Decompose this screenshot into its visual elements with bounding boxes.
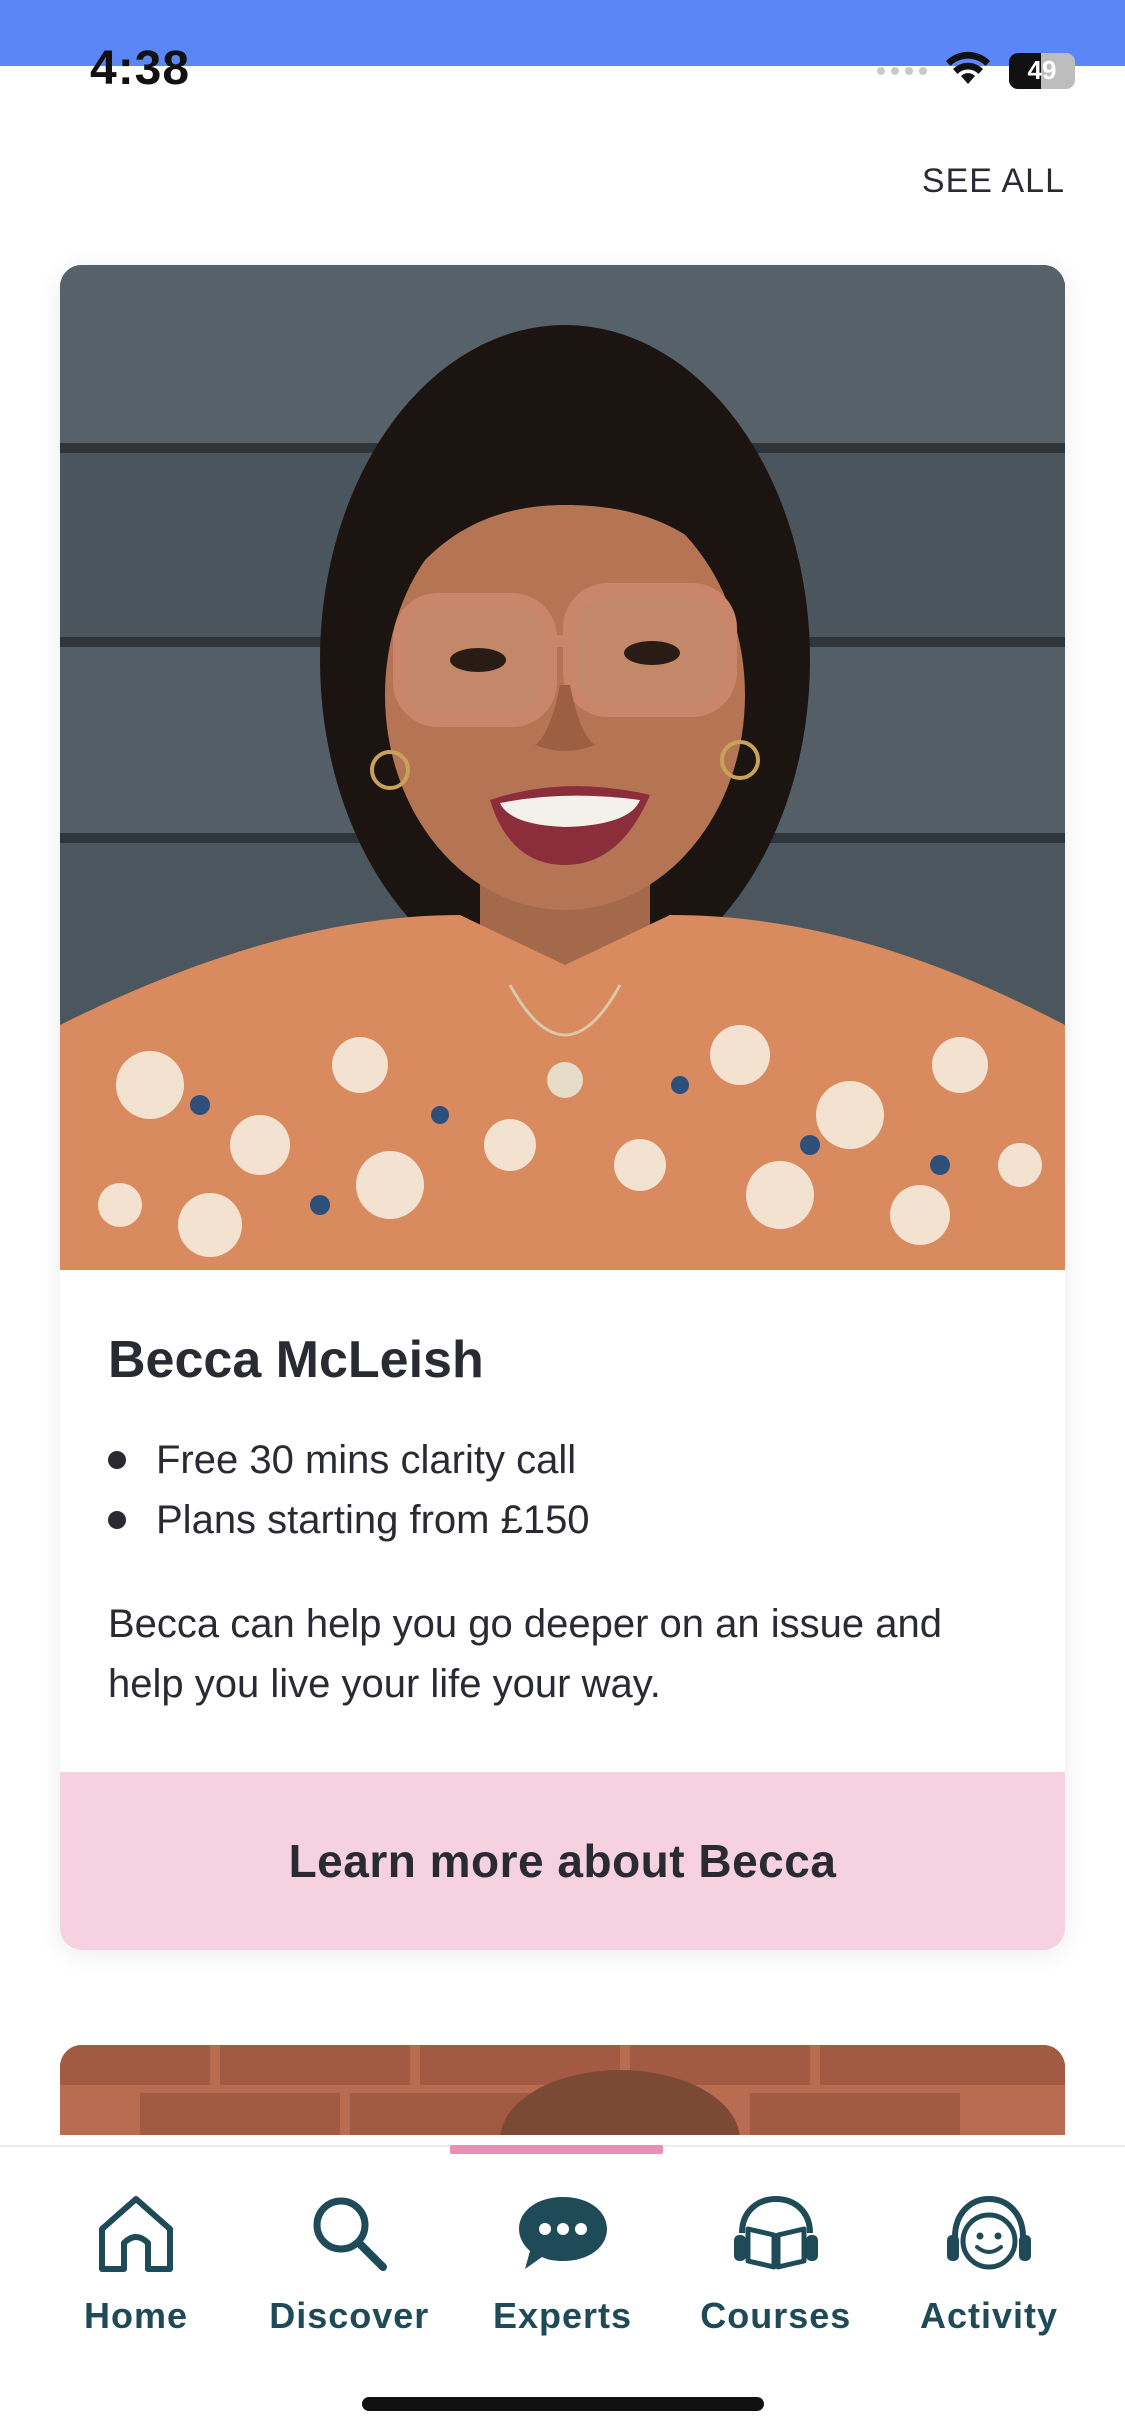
chat-bubble-icon — [515, 2185, 611, 2281]
highlight-item: Plans starting from £150 — [108, 1490, 1017, 1550]
cellular-signal-icon — [877, 66, 927, 75]
expert-name: Becca McLeish — [108, 1331, 484, 1389]
highlight-text: Free 30 mins clarity call — [156, 1438, 577, 1482]
bottom-tab-bar: Home Discover Experts Courses Activity — [0, 2145, 1125, 2436]
expert-photo — [60, 265, 1065, 1270]
next-expert-card[interactable] — [60, 2045, 1065, 2135]
open-book-icon — [728, 2185, 824, 2281]
tab-discover[interactable]: Discover — [243, 2185, 455, 2337]
highlight-item: Free 30 mins clarity call — [108, 1430, 1017, 1490]
expert-description: Becca can help you go deeper on an issue… — [108, 1602, 942, 1706]
next-expert-photo — [60, 2045, 1065, 2135]
search-icon — [301, 2185, 397, 2281]
bullet-icon — [108, 1511, 126, 1529]
tab-home[interactable]: Home — [30, 2185, 242, 2337]
highlight-text: Plans starting from £150 — [156, 1498, 590, 1542]
expert-card-body: Becca McLeish Free 30 mins clarity call … — [60, 1270, 1065, 1714]
tab-label: Home — [83, 2295, 189, 2336]
expert-card[interactable]: Becca McLeish Free 30 mins clarity call … — [60, 265, 1065, 1950]
headphones-smile-icon — [941, 2185, 1037, 2281]
tab-label: Activity — [919, 2295, 1059, 2336]
status-bar-band — [0, 0, 1125, 66]
expert-highlights: Free 30 mins clarity call Plans starting… — [108, 1430, 1017, 1550]
tab-experts[interactable]: Experts — [457, 2185, 669, 2337]
tab-label: Experts — [492, 2295, 633, 2336]
home-indicator[interactable] — [362, 2397, 764, 2411]
tab-label: Courses — [700, 2295, 852, 2336]
home-icon — [88, 2185, 184, 2281]
see-all-link[interactable]: SEE ALL — [922, 162, 1065, 201]
bullet-icon — [108, 1451, 126, 1469]
tab-label: Discover — [269, 2295, 430, 2336]
tab-courses[interactable]: Courses — [670, 2185, 882, 2337]
learn-more-button[interactable]: Learn more about Becca — [60, 1772, 1065, 1950]
tab-activity[interactable]: Activity — [883, 2185, 1095, 2337]
